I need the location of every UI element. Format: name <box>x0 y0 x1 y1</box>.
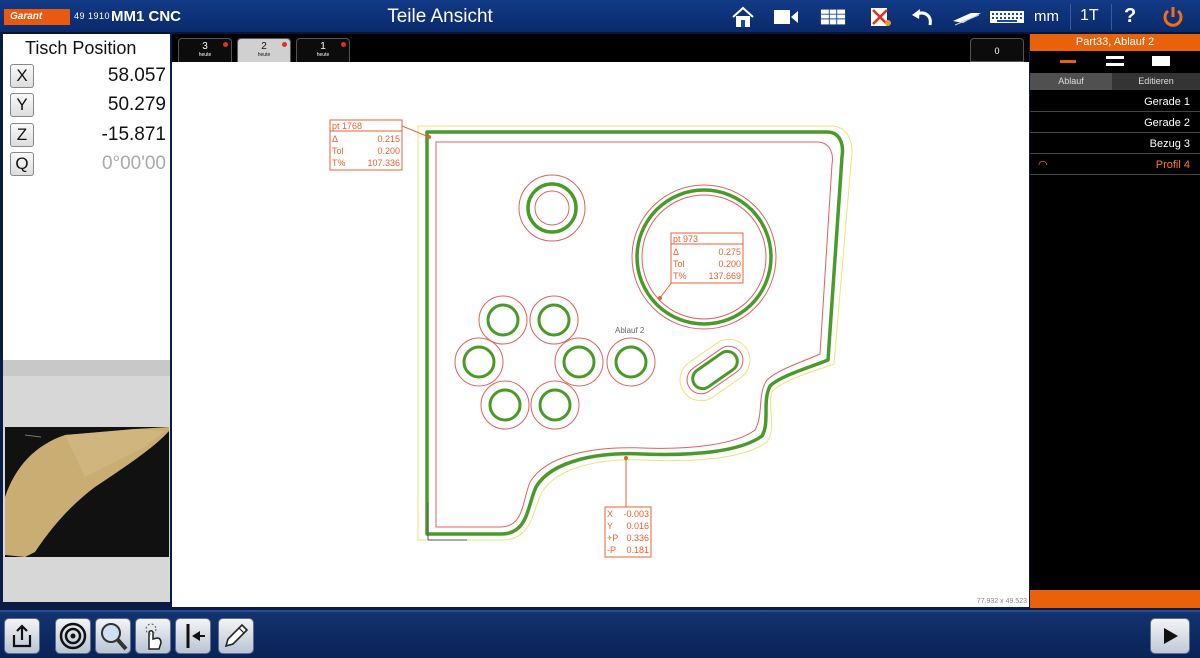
annotation-value: 0.016 <box>626 521 649 531</box>
sequence-step-active[interactable]: ◠ Profil 4 <box>1030 155 1200 175</box>
arc-icon: ◠ <box>1038 159 1048 171</box>
magnifier-icon[interactable] <box>95 618 131 654</box>
view-tab-1[interactable]: 1 heute <box>296 38 350 62</box>
bottom-toolbar <box>0 610 1200 658</box>
annotation-value: 0.275 <box>718 247 741 257</box>
brand-logo: Garant <box>4 9 70 25</box>
annotation-pt1768: pt 1768 Δ 0.215 Tol 0.200 T% 107.336 <box>329 119 403 171</box>
divider <box>1070 4 1071 30</box>
annotation-label: +P <box>607 533 618 543</box>
annotation-label: T% <box>673 271 687 281</box>
target-icon[interactable] <box>55 618 91 654</box>
axis-y-value: 50.279 <box>107 94 166 115</box>
sequence-header: Part33, Ablauf 2 <box>1030 34 1200 51</box>
annotation-value: 137.669 <box>708 271 741 281</box>
axis-row-z: Z -15.871 <box>8 123 168 149</box>
units-selector[interactable]: mm <box>1034 8 1059 25</box>
lightpen-icon[interactable] <box>950 5 984 29</box>
undo-icon[interactable] <box>910 5 936 29</box>
axis-x-value: 58.057 <box>107 65 166 86</box>
annotation-value: 0.200 <box>377 146 400 156</box>
view-mode-bar <box>1030 51 1200 73</box>
block-icon[interactable] <box>1152 56 1170 66</box>
help-button[interactable]: ? <box>1124 5 1136 28</box>
annotation-deviation: X -0.003 Y 0.016 +P 0.336 -P 0.181 <box>604 506 652 558</box>
annotation-label: Δ <box>673 247 679 257</box>
product-name: MM1 CNC <box>111 8 181 25</box>
axis-row-y: Y 50.279 <box>8 93 168 119</box>
single-line-icon[interactable] <box>1060 60 1076 63</box>
tab-editieren[interactable]: Editieren <box>1112 73 1200 90</box>
annotation-label: Tol <box>673 259 685 269</box>
part-drawing: pt 1768 Δ 0.215 Tol 0.200 T% 107.336 pt … <box>329 119 853 558</box>
annotation-value: -0.003 <box>623 509 649 519</box>
tab-subtitle: heute <box>257 52 271 58</box>
table-position-panel: Tisch Position X 58.057 Y 50.279 Z -15.8… <box>3 34 170 602</box>
annotation-label: Tol <box>332 146 344 156</box>
sequence-panel: Part33, Ablauf 2 Ablauf Editieren Gerade… <box>1030 34 1200 608</box>
annotation-title: pt 1768 <box>332 121 362 131</box>
axis-y-button[interactable]: Y <box>10 93 34 117</box>
tab-subtitle: heute <box>198 52 212 58</box>
brand-number: 49 1910 <box>74 11 111 21</box>
page-title: Teile Ansicht <box>387 6 493 27</box>
view-tab-2[interactable]: 2 heute <box>237 38 291 62</box>
sequence-tabs: Ablauf Editieren <box>1030 73 1200 90</box>
camera-image[interactable] <box>5 427 169 557</box>
double-line-icon[interactable] <box>1106 56 1124 66</box>
annotation-label: X <box>607 509 613 519</box>
export-icon[interactable] <box>4 618 40 654</box>
annotation-value: 0.181 <box>626 545 649 555</box>
app-window: Garant 49 1910 MM1 CNC Teile Ansicht mm … <box>0 0 1200 658</box>
annotation-value: 0.200 <box>718 259 741 269</box>
view-tab-3[interactable]: 3 heute <box>178 38 232 62</box>
axis-x-button[interactable]: X <box>10 64 34 88</box>
divider <box>1111 4 1112 30</box>
table-icon[interactable] <box>820 5 846 29</box>
touch-icon[interactable] <box>135 618 171 654</box>
annotation-value: 0.336 <box>626 533 649 543</box>
tab-subtitle: heute <box>316 52 330 58</box>
axis-row-x: X 58.057 <box>8 64 168 90</box>
tool-selector[interactable]: 1T <box>1080 7 1099 25</box>
axis-z-value: -15.871 <box>101 124 166 145</box>
probe-icon[interactable] <box>175 618 211 654</box>
sequence-step[interactable]: Gerade 1 <box>1030 92 1200 112</box>
pen-icon[interactable] <box>218 618 254 654</box>
annotation-label: Δ <box>332 134 338 144</box>
camera-header <box>3 360 170 376</box>
reject-icon[interactable] <box>867 5 893 29</box>
axis-q-value: 0°00'00 <box>101 153 166 174</box>
power-icon[interactable] <box>1160 5 1186 29</box>
annotation-label: Y <box>607 521 613 531</box>
sequence-footer <box>1030 590 1200 608</box>
tab-ablauf[interactable]: Ablauf <box>1030 73 1112 90</box>
annotation-value: 0.215 <box>377 134 400 144</box>
sequence-label: Ablauf 2 <box>615 326 645 335</box>
annotation-title: pt 973 <box>673 234 698 244</box>
annotation-value: 107.336 <box>367 158 400 168</box>
sequence-step[interactable]: Gerade 2 <box>1030 113 1200 133</box>
table-position-title: Tisch Position <box>25 38 137 58</box>
axis-row-q: Q 0°00'00 <box>8 152 168 178</box>
video-icon[interactable] <box>773 5 799 29</box>
status-dot <box>223 42 228 47</box>
part-view-canvas[interactable]: pt 1768 Δ 0.215 Tol 0.200 T% 107.336 pt … <box>172 62 1029 607</box>
play-icon[interactable] <box>1150 618 1190 654</box>
annotation-pt973: pt 973 Δ 0.275 Tol 0.200 T% 137.669 <box>670 232 744 284</box>
view-tab-counter[interactable]: 0 <box>970 38 1024 62</box>
axis-q-button[interactable]: Q <box>10 152 34 176</box>
status-dot <box>282 42 287 47</box>
keyboard-icon[interactable] <box>988 5 1026 29</box>
axis-z-button[interactable]: Z <box>10 123 34 147</box>
status-dot <box>341 42 346 47</box>
size-readout: 77.932 x 49.523 <box>976 598 1027 605</box>
sequence-step[interactable]: Bezug 3 <box>1030 134 1200 154</box>
home-icon[interactable] <box>730 5 756 29</box>
annotation-label: -P <box>607 545 616 555</box>
annotation-label: T% <box>332 158 346 168</box>
step-label: Profil 4 <box>1155 159 1190 171</box>
top-bar: Garant 49 1910 MM1 CNC Teile Ansicht mm … <box>0 0 1200 34</box>
